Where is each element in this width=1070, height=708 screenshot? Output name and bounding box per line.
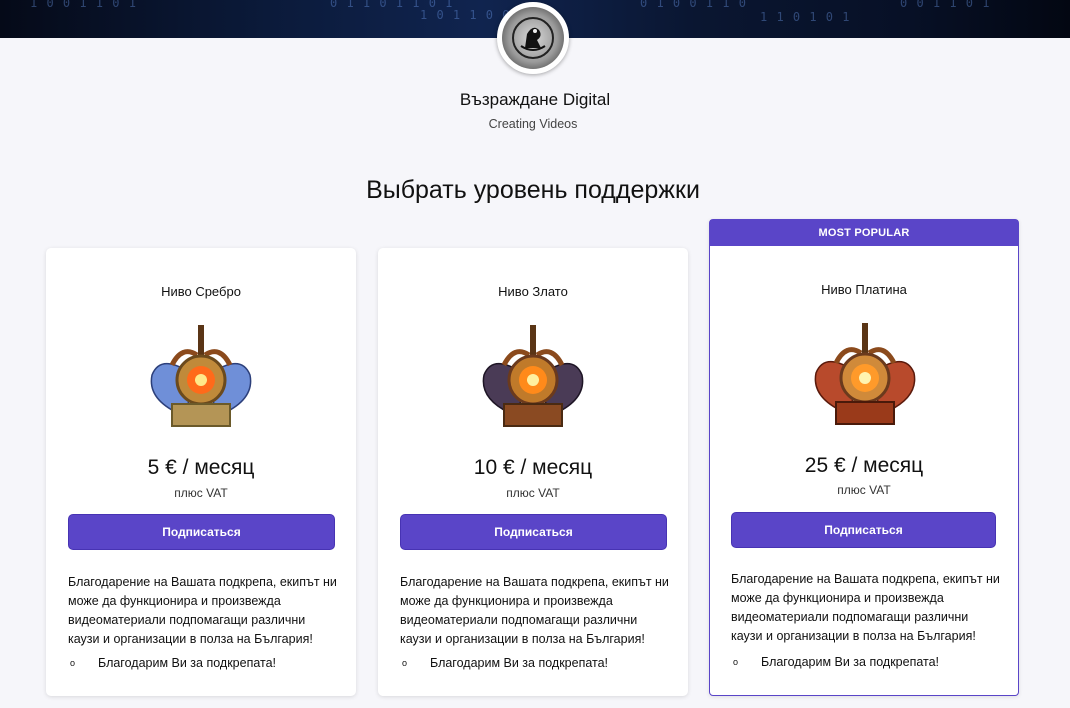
banner-decoration: 0 1 0 0 1 1 0 xyxy=(640,0,747,10)
tier-vat-note: плюс VAT xyxy=(506,486,560,500)
tier-name: Ниво Платина xyxy=(821,282,907,297)
tier-description: Благодарение на Вашата подкрепа, екипът … xyxy=(731,572,1000,643)
tier-benefit-item: o Благодарим Ви за подкрепата! xyxy=(731,655,939,669)
tier-vat-note: плюс VAT xyxy=(174,486,228,500)
creator-name: Възраждане Digital xyxy=(459,90,611,109)
tier-card-platinum: MOST POPULAR Ниво Платина 25 € / месяц п… xyxy=(709,219,1019,696)
subscribe-button[interactable]: Подписаться xyxy=(400,514,667,550)
bullet-icon: o xyxy=(402,658,408,668)
tier-benefit-item: o Благодарим Ви за подкрепата! xyxy=(68,656,276,670)
tier-name: Ниво Сребро xyxy=(161,284,241,299)
tier-price: 10 € / месяц xyxy=(473,456,593,479)
silver-badge-icon xyxy=(142,320,260,438)
tier-card-silver: Ниво Сребро 5 € / месяц плюс VAT Подписа… xyxy=(46,248,356,696)
tier-benefit-text: Благодарим Ви за подкрепата! xyxy=(98,656,277,670)
tier-card-gold: Ниво Злато 10 € / месяц плюс VAT Подписа… xyxy=(378,248,688,696)
subscribe-button[interactable]: Подписаться xyxy=(731,512,996,548)
banner-decoration: 1 1 0 1 0 1 xyxy=(760,10,851,24)
subscribe-button[interactable]: Подписаться xyxy=(68,514,335,550)
banner-decoration: 0 0 1 1 0 1 xyxy=(900,0,991,10)
gold-badge-icon xyxy=(474,320,592,438)
tier-description: Благодарение на Вашата подкрепа, екипът … xyxy=(400,575,669,646)
tier-description: Благодарение на Вашата подкрепа, екипът … xyxy=(68,575,337,646)
section-title: Выбрать уровень поддержки xyxy=(366,176,700,204)
bullet-icon: o xyxy=(733,657,739,667)
most-popular-badge: MOST POPULAR xyxy=(710,220,1018,246)
tier-benefit-item: o Благодарим Ви за подкрепата! xyxy=(400,656,608,670)
bullet-icon: o xyxy=(70,658,76,668)
tier-benefit-text: Благодарим Ви за подкрепата! xyxy=(430,656,609,670)
creator-tagline: Creating Videos xyxy=(488,117,578,131)
tier-name: Ниво Злато xyxy=(498,284,568,299)
tier-vat-note: плюс VAT xyxy=(837,483,891,497)
tier-price: 25 € / месяц xyxy=(804,454,924,477)
tier-benefit-text: Благодарим Ви за подкрепата! xyxy=(761,655,940,669)
lion-logo-icon xyxy=(502,7,564,69)
platinum-badge-icon xyxy=(806,318,924,436)
tier-price: 5 € / месяц xyxy=(147,456,255,479)
creator-avatar[interactable] xyxy=(497,2,569,74)
banner-decoration: 1 0 0 1 1 0 1 xyxy=(30,0,137,10)
